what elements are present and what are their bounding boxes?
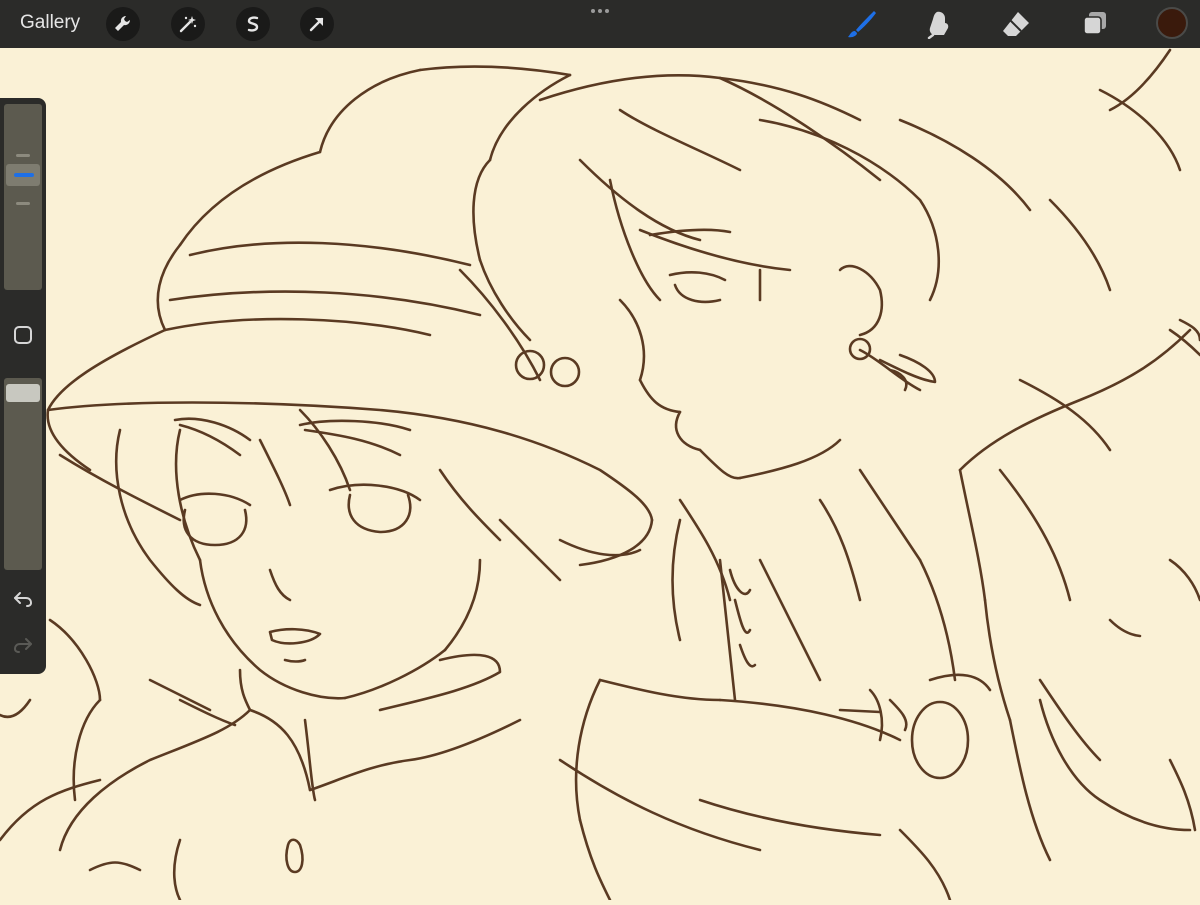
eraser-tool-button[interactable] bbox=[998, 6, 1034, 42]
gallery-button[interactable]: Gallery bbox=[20, 12, 80, 34]
layers-icon bbox=[1083, 12, 1106, 35]
magic-wand-icon bbox=[179, 16, 197, 33]
undo-button[interactable] bbox=[8, 584, 38, 614]
adjustments-button[interactable] bbox=[171, 7, 205, 41]
size-indicator bbox=[14, 173, 34, 177]
brush-size-slider[interactable] bbox=[4, 104, 42, 290]
redo-button[interactable] bbox=[8, 630, 38, 660]
modify-button[interactable] bbox=[8, 320, 38, 350]
slider-notch bbox=[16, 154, 30, 157]
smudge-icon bbox=[927, 11, 949, 39]
redo-icon bbox=[13, 638, 32, 653]
selection-s-icon bbox=[247, 16, 259, 32]
transform-button[interactable] bbox=[300, 7, 334, 41]
opacity-slider[interactable] bbox=[4, 378, 42, 570]
wrench-icon bbox=[115, 15, 131, 31]
drawing-canvas[interactable] bbox=[0, 48, 1200, 902]
layers-tool-button[interactable] bbox=[1077, 6, 1113, 42]
dot bbox=[605, 9, 609, 13]
dot bbox=[598, 9, 602, 13]
actions-button[interactable] bbox=[106, 7, 140, 41]
left-sidebar bbox=[0, 98, 46, 674]
brush-size-thumb[interactable] bbox=[6, 164, 40, 186]
brush-tool-button[interactable] bbox=[844, 6, 880, 42]
smudge-tool-button[interactable] bbox=[920, 6, 956, 42]
color-picker-button[interactable] bbox=[1156, 7, 1188, 39]
dot bbox=[591, 9, 595, 13]
eraser-icon bbox=[1003, 12, 1029, 36]
undo-icon bbox=[14, 592, 33, 607]
slider-notch bbox=[16, 202, 30, 205]
opacity-thumb[interactable] bbox=[6, 384, 40, 402]
brush-icon bbox=[848, 11, 876, 38]
square-modify-icon bbox=[14, 326, 32, 344]
more-options-handle[interactable] bbox=[584, 3, 616, 19]
top-toolbar: Gallery bbox=[0, 0, 1200, 48]
arrow-cursor-icon bbox=[309, 17, 324, 32]
sketch-artwork bbox=[0, 48, 1200, 902]
selection-button[interactable] bbox=[236, 7, 270, 41]
